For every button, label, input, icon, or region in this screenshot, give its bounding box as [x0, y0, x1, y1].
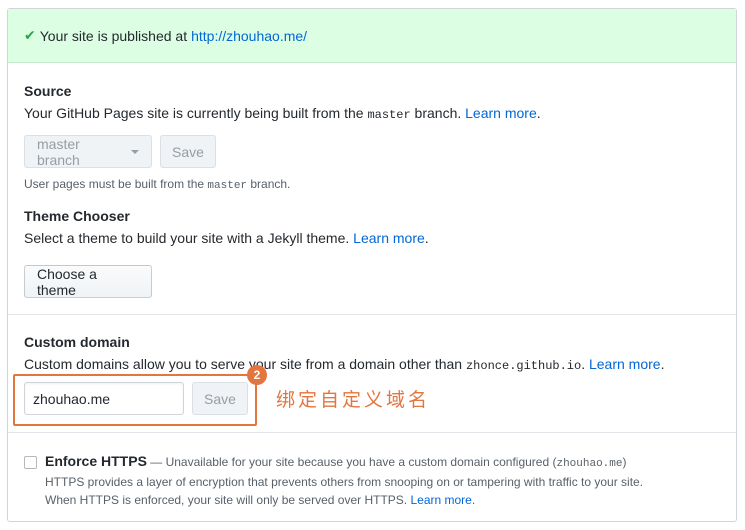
- custom-domain-description: Custom domains allow you to serve your s…: [24, 356, 665, 373]
- source-description: Your GitHub Pages site is currently bein…: [24, 105, 541, 122]
- source-section: Source Your GitHub Pages site is current…: [24, 83, 720, 192]
- github-pages-settings-panel: ✔ Your site is published at http://zhouh…: [7, 8, 737, 522]
- custom-domain-save-button[interactable]: Save: [192, 382, 248, 415]
- theme-section: Theme Chooser Select a theme to build yo…: [24, 208, 720, 298]
- published-site-link[interactable]: http://zhouhao.me/: [191, 28, 307, 44]
- source-learn-more-link[interactable]: Learn more: [465, 105, 537, 121]
- https-line-1: HTTPS provides a layer of encryption tha…: [45, 475, 644, 489]
- custom-domain-learn-more-link[interactable]: Learn more: [589, 356, 661, 372]
- choose-theme-button[interactable]: Choose a theme: [24, 265, 152, 298]
- published-text: Your site is published at: [39, 27, 188, 44]
- theme-description: Select a theme to build your site with a…: [24, 230, 429, 246]
- custom-domain-input[interactable]: zhouhao.me: [24, 382, 184, 415]
- https-section: Enforce HTTPS — Unavailable for your sit…: [24, 453, 643, 507]
- source-controls: master branch Save: [24, 135, 720, 168]
- https-line-2: When HTTPS is enforced, your site will o…: [45, 493, 476, 507]
- https-title: Enforce HTTPS: [45, 453, 147, 469]
- annotation-label: 绑定自定义域名: [276, 389, 431, 411]
- custom-domain-controls: zhouhao.me Save: [24, 382, 248, 415]
- divider: [8, 432, 736, 433]
- https-learn-more-link[interactable]: Learn more: [410, 493, 471, 507]
- published-banner: ✔ Your site is published at http://zhouh…: [8, 9, 736, 63]
- custom-domain-section: Custom domain Custom domains allow you t…: [24, 334, 720, 373]
- custom-domain-title: Custom domain: [24, 334, 130, 350]
- branch-select-button[interactable]: master branch: [24, 135, 152, 168]
- source-note: User pages must be built from the master…: [24, 177, 291, 192]
- source-save-button[interactable]: Save: [160, 135, 216, 168]
- source-title: Source: [24, 83, 72, 99]
- enforce-https-checkbox[interactable]: [24, 456, 37, 469]
- divider: [8, 314, 736, 315]
- caret-down-icon: [131, 149, 139, 154]
- annotation-step-badge: 2: [247, 365, 267, 385]
- theme-learn-more-link[interactable]: Learn more: [353, 230, 425, 246]
- https-header: Enforce HTTPS — Unavailable for your sit…: [45, 453, 627, 470]
- theme-title: Theme Chooser: [24, 208, 130, 224]
- check-icon: ✔: [24, 27, 36, 43]
